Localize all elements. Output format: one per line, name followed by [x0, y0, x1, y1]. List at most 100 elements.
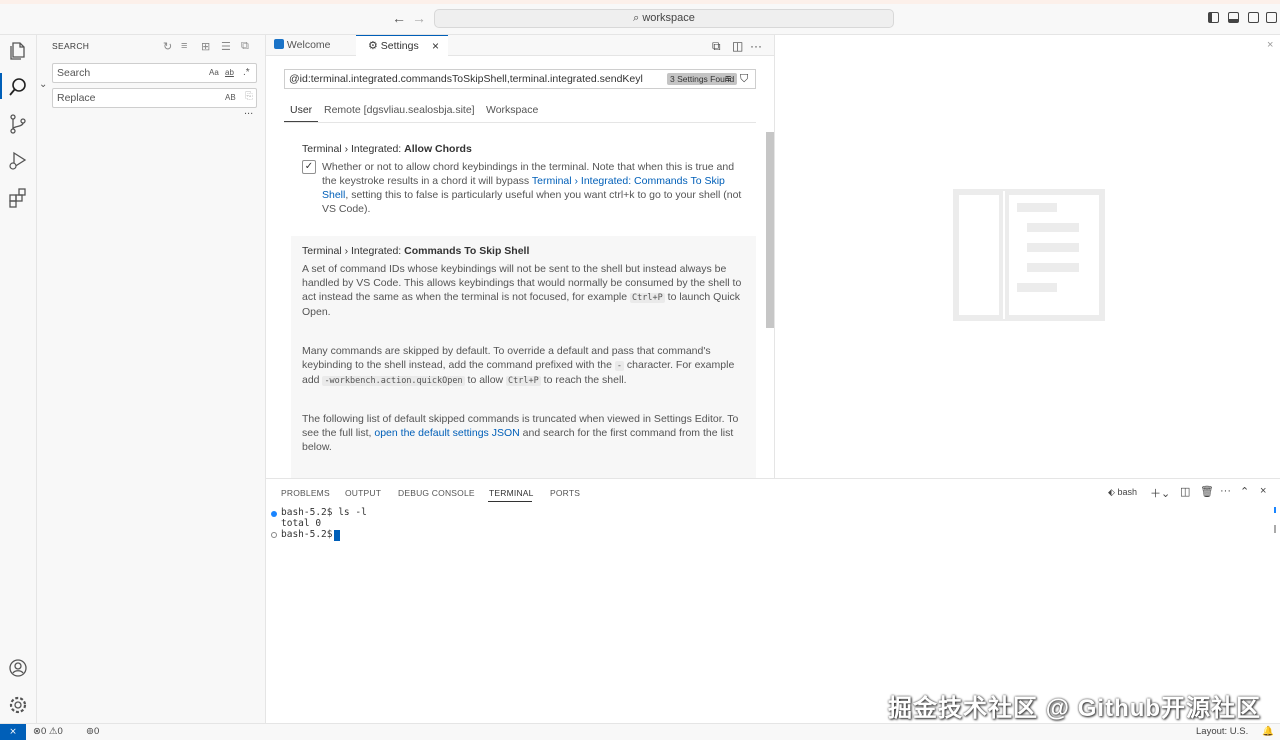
ports-count: 0	[93, 726, 100, 737]
tab-label: Settings	[380, 40, 419, 52]
scroll-marker	[1274, 525, 1276, 533]
match-word-icon[interactable]: ab	[225, 64, 234, 82]
search-input[interactable]: Search Aa ab .*	[52, 63, 257, 83]
tab-terminal[interactable]: TERMINAL	[489, 488, 534, 498]
scope-tab-remote[interactable]: Remote [dgsvliau.sealosbja.site]	[324, 104, 475, 116]
toggle-sidebar-icon[interactable]	[1208, 12, 1219, 23]
tab-debug-console[interactable]: DEBUG CONSOLE	[398, 488, 475, 498]
replace-all-icon[interactable]: ⎘	[245, 91, 253, 102]
clear-filter-icon[interactable]: ≡	[725, 70, 731, 88]
allow-chords-description: Whether or not to allow chord keybinding…	[322, 160, 742, 216]
terminal-profile[interactable]: ⬖ bash	[1108, 487, 1137, 498]
search-placeholder: Search	[57, 67, 91, 79]
toggle-panel-icon[interactable]	[1228, 12, 1239, 23]
setting-category: Terminal › Integrated:	[302, 245, 405, 257]
settings-query: @id:terminal.integrated.commandsToSkipSh…	[289, 73, 643, 85]
active-tab-indicator	[488, 501, 532, 502]
search-sidebar: SEARCH ↻ ≡ ⊞ ☰ ⧉ ⌄ Search Aa ab .* Repla…	[37, 35, 266, 723]
scope-tab-user[interactable]: User	[290, 104, 312, 116]
keyboard-layout[interactable]: Layout: U.S.	[1196, 724, 1248, 739]
maximize-panel-icon[interactable]: ⌃	[1240, 485, 1249, 498]
explorer-icon[interactable]	[7, 40, 29, 62]
new-search-editor-icon[interactable]: ⊞	[201, 40, 210, 53]
tab-output[interactable]: OUTPUT	[345, 488, 381, 498]
inline-code: Ctrl+P	[630, 293, 665, 303]
inline-code: Ctrl+P	[506, 376, 541, 386]
sidebar-title: SEARCH	[52, 41, 90, 51]
settings-scrollbar[interactable]	[766, 132, 774, 328]
error-icon: ⊗	[33, 726, 41, 737]
tab-settings[interactable]: ⚙ Settings ×	[356, 35, 448, 56]
title-bar-stripe	[0, 0, 1280, 4]
close-group-icon[interactable]: ×	[1267, 39, 1273, 51]
more-actions-icon[interactable]: ···	[1220, 485, 1231, 497]
terminal-icon: ⬖	[1108, 487, 1115, 497]
terminal-prompt[interactable]: bash-5.2$	[281, 529, 338, 540]
source-control-icon[interactable]	[7, 113, 29, 135]
filter-icon[interactable]: ⛉	[740, 70, 748, 88]
refresh-icon[interactable]: ↻	[163, 40, 172, 53]
inline-code: -	[614, 361, 624, 371]
kill-terminal-icon[interactable]: 🗑	[1200, 485, 1214, 498]
manage-gear-icon[interactable]	[7, 694, 29, 716]
tab-problems[interactable]: PROBLEMS	[281, 488, 330, 498]
more-actions-icon[interactable]: ···	[750, 39, 762, 53]
title-bar: ← → ⌕ workspace	[0, 0, 1280, 35]
open-default-settings-link[interactable]: open the default settings JSON	[374, 427, 519, 439]
back-arrow-icon[interactable]: ←	[392, 10, 406, 26]
activity-bar	[0, 35, 37, 723]
problems-status[interactable]: ⊗0 ⚠0	[33, 724, 63, 739]
skip-shell-paragraph-2: Many commands are skipped by default. To…	[302, 344, 742, 388]
split-terminal-icon[interactable]: ◫	[1180, 485, 1190, 498]
view-as-tree-icon[interactable]: ☰	[221, 40, 231, 53]
allow-chords-checkbox[interactable]: ✓	[302, 160, 316, 174]
vscode-logo-icon	[274, 39, 284, 49]
command-success-icon	[271, 511, 277, 517]
remote-indicator-icon[interactable]: ⨯	[0, 724, 26, 740]
search-icon[interactable]	[7, 76, 29, 98]
replace-input[interactable]: Replace AB	[52, 88, 257, 108]
regex-icon[interactable]: .*	[243, 64, 250, 82]
desc-text: , setting this to false is particularly …	[322, 189, 742, 215]
extensions-icon[interactable]	[7, 186, 29, 208]
scope-divider	[284, 122, 756, 123]
terminal-line: bash-5.2$ ls -l	[281, 507, 367, 518]
close-tab-icon[interactable]: ×	[432, 36, 439, 57]
scope-tab-workspace[interactable]: Workspace	[486, 104, 538, 116]
toggle-secondary-sidebar-icon[interactable]	[1248, 12, 1259, 23]
scroll-marker	[1274, 507, 1276, 513]
tab-welcome[interactable]: Welcome	[266, 35, 356, 56]
run-debug-icon[interactable]	[7, 149, 29, 171]
tab-ports[interactable]: PORTS	[550, 488, 580, 498]
skip-shell-paragraph-1: A set of command IDs whose keybindings w…	[302, 262, 742, 319]
tab-bar: Welcome ⚙ Settings × ⧉ ◫ ···	[266, 35, 774, 56]
status-bar: ⨯ ⊗0 ⚠0 ⊚0 Layout: U.S. 🔔	[0, 723, 1280, 740]
settings-search-input[interactable]: @id:terminal.integrated.commandsToSkipSh…	[284, 69, 756, 89]
ports-status[interactable]: ⊚0	[86, 724, 99, 739]
match-case-icon[interactable]: Aa	[209, 64, 219, 82]
settings-icon: ⚙	[368, 40, 378, 52]
terminal-line: total 0	[281, 518, 322, 529]
open-settings-json-icon[interactable]: ⧉	[712, 39, 721, 54]
toggle-replace-chevron-icon[interactable]: ⌄	[39, 79, 47, 90]
accounts-icon[interactable]	[7, 657, 29, 679]
collapse-all-icon[interactable]: ⧉	[241, 40, 249, 53]
forward-arrow-icon[interactable]: →	[412, 10, 426, 26]
setting-name: Commands To Skip Shell	[404, 245, 530, 257]
setting-name: Allow Chords	[404, 143, 472, 155]
preserve-case-icon[interactable]: AB	[225, 89, 236, 107]
watermark-text: 掘金技术社区 @ Github开源社区	[888, 695, 1262, 722]
clear-results-icon[interactable]: ≡	[181, 40, 187, 52]
close-panel-icon[interactable]: ×	[1260, 485, 1266, 497]
skip-shell-title: Terminal › Integrated: Commands To Skip …	[302, 245, 529, 257]
error-count: 0	[40, 726, 47, 737]
customize-layout-icon[interactable]	[1266, 12, 1277, 23]
more-options-icon[interactable]: ...	[244, 105, 253, 117]
replace-placeholder: Replace	[57, 92, 96, 104]
ports-icon: ⊚	[86, 726, 94, 737]
command-center[interactable]: ⌕ workspace	[434, 9, 894, 28]
notifications-bell-icon[interactable]: 🔔	[1262, 724, 1274, 739]
split-editor-icon[interactable]: ◫	[732, 39, 743, 53]
desc-text: to allow	[464, 374, 507, 386]
new-terminal-icon[interactable]: ＋⌄	[1150, 485, 1170, 501]
